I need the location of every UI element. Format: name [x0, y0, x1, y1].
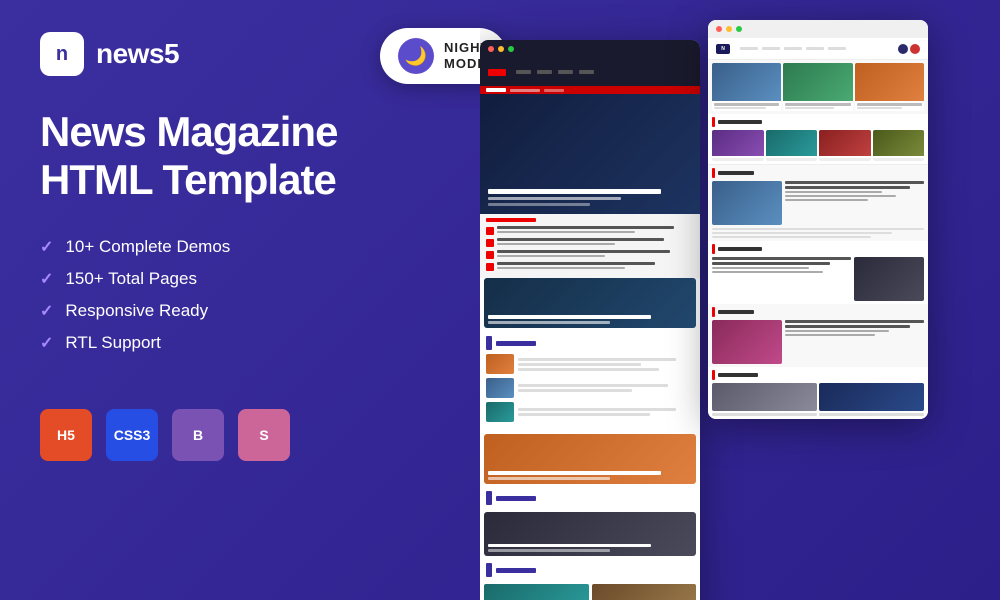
feature-item-1: ✓ 10+ Complete Demos: [40, 237, 440, 257]
feature-text-4: RTL Support: [65, 333, 160, 353]
brand-name: news5: [96, 38, 179, 70]
security-article: [484, 512, 696, 556]
gaming-card: [484, 278, 696, 328]
badge-css: CSS3: [106, 409, 158, 461]
feature-item-2: ✓ 150+ Total Pages: [40, 269, 440, 289]
feature-text-3: Responsive Ready: [65, 301, 208, 321]
tech-section: [480, 332, 700, 430]
feature-text-1: 10+ Complete Demos: [65, 237, 230, 257]
shooting-section: [708, 241, 928, 304]
badge-sass: S: [238, 409, 290, 461]
general1-section: [708, 165, 928, 241]
night-mode-icon: 🌙: [398, 38, 434, 74]
mock-browser-dark: [480, 40, 700, 600]
badge-html: H5: [40, 409, 92, 461]
headline: News Magazine HTML Template: [40, 108, 440, 205]
business-section: [480, 560, 700, 584]
browser-content-light: N: [708, 38, 928, 419]
check-icon-3: ✓: [40, 301, 53, 321]
browser-content-dark: [480, 58, 700, 600]
tennis-section: [708, 304, 928, 367]
check-icon-4: ✓: [40, 333, 53, 353]
mock-dark-hero: [480, 94, 700, 214]
main-container: n news5 News Magazine HTML Template ✓ 10…: [0, 0, 1000, 600]
article-list-dark: [480, 214, 700, 278]
tech-badges: H5 CSS3 B S: [40, 409, 440, 461]
left-panel: n news5 News Magazine HTML Template ✓ 10…: [0, 0, 480, 600]
right-panel: N: [480, 0, 1000, 600]
top-news-grid: [708, 60, 928, 114]
feature-item-4: ✓ RTL Support: [40, 333, 440, 353]
badge-bootstrap: B: [172, 409, 224, 461]
business-grid: [480, 584, 700, 600]
feature-item-3: ✓ Responsive Ready: [40, 301, 440, 321]
feature-list: ✓ 10+ Complete Demos ✓ 150+ Total Pages …: [40, 237, 440, 365]
check-icon-1: ✓: [40, 237, 53, 257]
feature-text-2: 150+ Total Pages: [65, 269, 197, 289]
logo-icon: n: [40, 32, 84, 76]
mock-dark-header: [480, 58, 700, 86]
headline-line2: HTML Template: [40, 156, 336, 203]
mock-light-header: N: [708, 38, 928, 60]
general2-section: [708, 367, 928, 419]
trending-section: [708, 114, 928, 165]
big-article: [484, 434, 696, 484]
check-icon-2: ✓: [40, 269, 53, 289]
moon-star-icon: 🌙: [405, 46, 427, 67]
headline-line1: News Magazine: [40, 108, 337, 155]
mock-browser-light: N: [708, 20, 928, 419]
security-section: [480, 488, 700, 512]
